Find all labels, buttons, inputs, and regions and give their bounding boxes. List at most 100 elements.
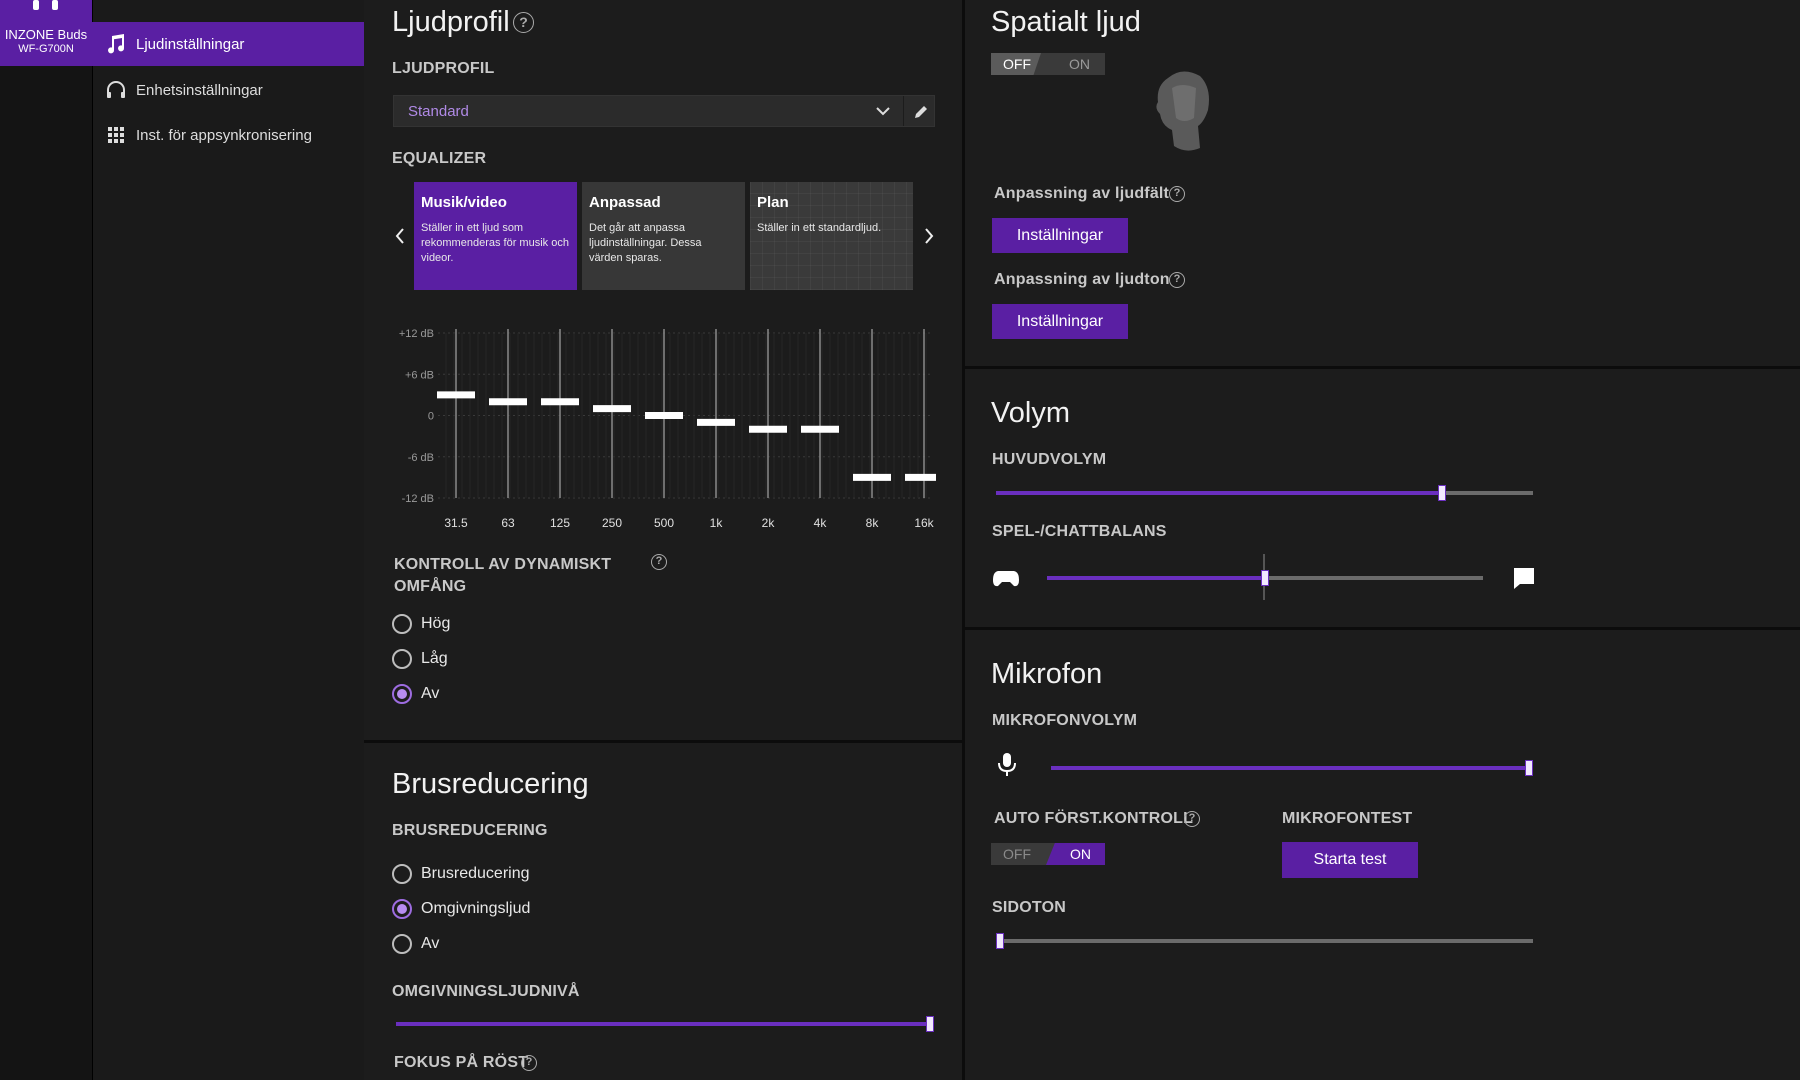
noise-radio-anc[interactable] bbox=[392, 864, 412, 884]
mic-volume-slider[interactable] bbox=[1051, 760, 1533, 776]
headphones-icon bbox=[107, 81, 125, 98]
eq-band-label: 2k bbox=[762, 516, 776, 530]
eq-band-handle[interactable] bbox=[593, 405, 631, 413]
eq-band-handle[interactable] bbox=[437, 391, 475, 399]
mic-volume-label: MIKROFONVOLYM bbox=[992, 712, 1138, 729]
toggle-on-label: ON bbox=[1070, 846, 1091, 862]
preset-desc: Det går att anpassa ljudinställningar. D… bbox=[589, 222, 702, 264]
drc-option-label: Av bbox=[421, 685, 440, 702]
section-divider bbox=[965, 627, 1800, 630]
eq-band-handle[interactable] bbox=[853, 473, 891, 481]
eq-y-tick-label: -6 dB bbox=[408, 452, 434, 464]
eq-band-label: 500 bbox=[654, 516, 674, 530]
toggle-on-label: ON bbox=[1069, 56, 1090, 72]
preset-card-flat[interactable]: Plan Ställer in ett standardljud. bbox=[750, 182, 913, 290]
section-divider bbox=[364, 740, 962, 743]
sidetone-slider[interactable] bbox=[996, 933, 1533, 949]
eq-y-tick-label: 0 bbox=[428, 411, 434, 423]
preset-desc: Ställer in ett standardljud. bbox=[757, 222, 882, 234]
agc-label: AUTO FÖRST.KONTROLL bbox=[994, 810, 1194, 827]
sidebar-item-app-sync[interactable]: Inst. för appsynkronisering bbox=[92, 113, 364, 157]
sound-profile-value: Standard bbox=[408, 103, 469, 120]
sound-profile-select[interactable]: Standard bbox=[393, 95, 935, 127]
eq-y-tick-label: +6 dB bbox=[405, 369, 434, 381]
chevron-left-icon[interactable] bbox=[393, 226, 407, 246]
eq-band-handle[interactable] bbox=[645, 412, 683, 419]
soundfield-settings-button[interactable]: Inställningar bbox=[992, 218, 1128, 253]
app-rail bbox=[0, 0, 92, 1080]
slider-thumb[interactable] bbox=[1525, 760, 1533, 776]
help-icon[interactable]: ? bbox=[1169, 272, 1185, 288]
slider-thumb[interactable] bbox=[996, 933, 1004, 949]
edit-pencil-icon[interactable] bbox=[912, 103, 930, 121]
drc-radio-off[interactable] bbox=[392, 684, 412, 704]
slider-thumb[interactable] bbox=[1437, 485, 1446, 501]
chevron-down-icon bbox=[876, 107, 890, 116]
chat-bubble-icon bbox=[1514, 568, 1534, 589]
noise-label: BRUSREDUCERING bbox=[392, 822, 548, 839]
eq-band-handle[interactable] bbox=[749, 425, 787, 433]
help-icon[interactable]: ? bbox=[513, 12, 534, 33]
agc-toggle[interactable]: OFF ON bbox=[991, 843, 1105, 865]
eq-band-handle[interactable] bbox=[801, 425, 839, 433]
drc-radio-low[interactable] bbox=[392, 649, 412, 669]
preset-title: Anpassad bbox=[589, 194, 661, 211]
help-icon[interactable]: ? bbox=[1169, 186, 1185, 202]
sidebar-item-label: Enhetsinställningar bbox=[136, 81, 263, 99]
main-volume-slider[interactable] bbox=[996, 485, 1533, 501]
main-volume-label: HUVUDVOLYM bbox=[992, 451, 1107, 468]
start-test-button[interactable]: Starta test bbox=[1282, 842, 1418, 878]
soundtone-label: Anpassning av ljudton bbox=[994, 271, 1170, 288]
microphone-icon bbox=[998, 753, 1016, 776]
slider-fill bbox=[1051, 766, 1533, 770]
noise-option-label: Omgivningsljud bbox=[421, 900, 531, 917]
ambient-level-slider[interactable] bbox=[396, 1016, 934, 1032]
noise-radio-ambient[interactable] bbox=[392, 899, 412, 919]
help-icon[interactable]: ? bbox=[1184, 811, 1200, 827]
preset-card-music-video[interactable]: Musik/video Ställer in ett ljud som reko… bbox=[414, 182, 577, 290]
eq-band-handle[interactable] bbox=[541, 398, 579, 406]
eq-band-label: 4k bbox=[814, 516, 828, 530]
chevron-right-icon[interactable] bbox=[922, 226, 936, 246]
eq-band-handle[interactable] bbox=[489, 398, 527, 406]
eq-band-label: 8k bbox=[866, 516, 880, 530]
head-model-icon bbox=[1156, 71, 1209, 151]
earbuds-icon bbox=[33, 0, 58, 10]
sidetone-label: SIDOTON bbox=[992, 899, 1067, 916]
preset-title: Musik/video bbox=[421, 194, 507, 211]
sound-profile-label: LJUDPROFIL bbox=[392, 60, 495, 77]
spatial-title: Spatialt ljud bbox=[991, 6, 1141, 38]
device-name: INZONE Buds bbox=[4, 27, 88, 42]
balance-slider[interactable] bbox=[1047, 570, 1483, 586]
eq-band-label: 250 bbox=[602, 516, 622, 530]
preset-desc: Ställer in ett ljud som rekommenderas fö… bbox=[421, 222, 569, 264]
slider-fill bbox=[396, 1022, 934, 1026]
sidebar-item-label: Inst. för appsynkronisering bbox=[136, 126, 312, 144]
help-icon[interactable]: ? bbox=[651, 554, 667, 570]
sound-profile-title: Ljudprofil bbox=[392, 6, 510, 38]
preset-card-custom[interactable]: Anpassad Det går att anpassa ljudinställ… bbox=[582, 182, 745, 290]
device-tile[interactable]: INZONE Buds WF-G700N bbox=[0, 0, 92, 66]
gamepad-icon bbox=[993, 571, 1019, 587]
eq-band-label: 16k bbox=[914, 516, 934, 530]
sidebar-item-sound-settings[interactable]: Ljudinställningar bbox=[92, 22, 364, 66]
toggle-off-label: OFF bbox=[1003, 846, 1031, 862]
noise-radio-off[interactable] bbox=[392, 934, 412, 954]
eq-band-handle[interactable] bbox=[905, 473, 936, 481]
soundtone-settings-button[interactable]: Inställningar bbox=[992, 304, 1128, 339]
grid-icon bbox=[108, 127, 124, 143]
spatial-toggle[interactable]: OFF ON bbox=[991, 53, 1105, 75]
slider-fill bbox=[1047, 576, 1265, 580]
slider-thumb[interactable] bbox=[1261, 570, 1269, 586]
slider-thumb[interactable] bbox=[926, 1016, 934, 1032]
mic-title: Mikrofon bbox=[991, 658, 1103, 690]
select-divider bbox=[903, 96, 904, 126]
ambient-level-label: OMGIVNINGSLJUDNIVÅ bbox=[392, 983, 580, 1000]
help-icon[interactable]: ? bbox=[521, 1055, 537, 1071]
eq-band-handle[interactable] bbox=[697, 418, 735, 426]
sidebar-item-device-settings[interactable]: Enhetsinställningar bbox=[92, 68, 364, 112]
sidebar-item-label: Ljudinställningar bbox=[136, 35, 245, 53]
noise-option-label: Brusreducering bbox=[421, 865, 530, 882]
drc-radio-high[interactable] bbox=[392, 614, 412, 634]
equalizer-graph[interactable]: +12 dB +6 dB 0 -6 dB -12 dB 31.5 63 125 250 500 1k… bbox=[396, 305, 936, 535]
